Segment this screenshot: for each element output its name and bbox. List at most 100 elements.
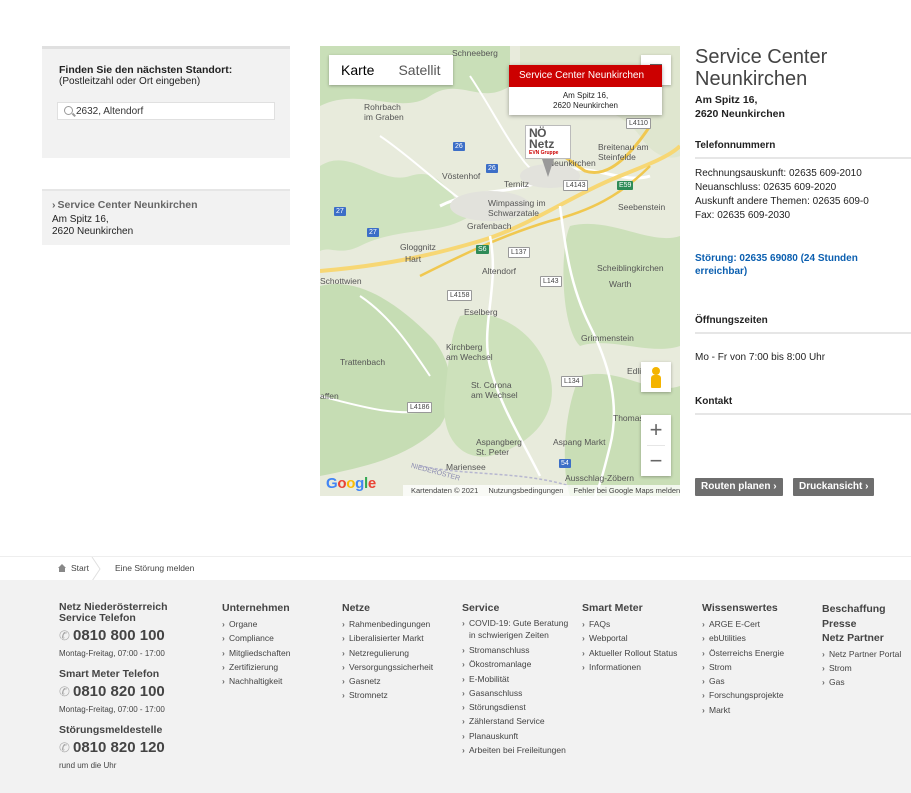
footer-link[interactable]: › Zählerstand Service bbox=[462, 714, 568, 728]
result-address-line1: Am Spitz 16, bbox=[52, 214, 109, 225]
footer-link[interactable]: › Stromanschluss bbox=[462, 643, 568, 657]
footer-link[interactable]: › Österreichs Energie bbox=[702, 646, 784, 660]
footer-link[interactable]: › Liberalisierter Markt bbox=[342, 631, 433, 645]
road-shield: L143 bbox=[540, 276, 562, 287]
map-label: Mariensee bbox=[446, 462, 486, 472]
home-icon[interactable] bbox=[58, 564, 66, 572]
footer-link[interactable]: › E-Mobilität bbox=[462, 672, 568, 686]
footer-link[interactable]: › ebUtilities bbox=[702, 631, 784, 645]
footer-link[interactable]: › Informationen bbox=[582, 660, 677, 674]
footer-link[interactable]: › Planauskunft bbox=[462, 729, 568, 743]
road-shield: L4158 bbox=[447, 290, 473, 301]
print-view-button[interactable]: Druckansicht › bbox=[793, 478, 875, 496]
contact-number[interactable]: ✆ 0810 820 100 bbox=[59, 682, 179, 702]
footer-link[interactable]: › Strom bbox=[822, 661, 901, 675]
footer-link[interactable]: › ARGE E-Cert bbox=[702, 617, 784, 631]
road-shield: 26 bbox=[453, 142, 465, 151]
location-result-item[interactable]: › Service Center Neunkirchen Am Spitz 16,… bbox=[42, 189, 290, 245]
footer-link[interactable]: › Rahmenbedingungen bbox=[342, 617, 433, 631]
footer-link[interactable]: › Compliance bbox=[222, 631, 290, 645]
footer-column-smart-meter: Smart Meter › FAQs › Webportal › Aktueller … bbox=[582, 602, 677, 674]
footer-link[interactable]: › Netz Partner Portal bbox=[822, 647, 901, 661]
terms-link[interactable]: Nutzungsbedingungen bbox=[488, 486, 563, 495]
breadcrumb: Start Eine Störung melden bbox=[0, 556, 911, 581]
phone-list: Rechnungsauskunft: 02635 609-2010 Neuans… bbox=[695, 167, 869, 223]
footer-column-heading[interactable]: Wissenswertes bbox=[702, 602, 784, 614]
footer-link[interactable]: › FAQs bbox=[582, 617, 677, 631]
footer-column-service: Service › COVID-19: Gute Beratung in schw… bbox=[462, 602, 568, 757]
footer-column-heading[interactable]: Beschaffung Presse Netz Partner bbox=[822, 602, 901, 646]
footer-link[interactable]: › Gasanschluss bbox=[462, 686, 568, 700]
chevron-right-icon: › bbox=[865, 481, 869, 492]
map-type-satellite-button[interactable]: Satellit bbox=[386, 55, 452, 85]
map-label: Schneeberg bbox=[452, 48, 498, 58]
footer-link[interactable]: › Netzregulierung bbox=[342, 646, 433, 660]
map-label: Hart bbox=[405, 254, 422, 264]
street-view-pegman[interactable] bbox=[641, 362, 671, 392]
contact-number[interactable]: ✆ 0810 800 100 bbox=[59, 626, 179, 646]
location-finder: Finden Sie den nächsten Standort: (Postl… bbox=[42, 46, 290, 158]
footer-link[interactable]: › Gas bbox=[702, 674, 784, 688]
map-label: Trattenbach bbox=[340, 357, 386, 367]
footer-link[interactable]: › Gasnetz bbox=[342, 674, 433, 688]
footer-column-heading[interactable]: Smart Meter bbox=[582, 602, 677, 614]
footer-link[interactable]: › Störungsdienst bbox=[462, 700, 568, 714]
road-shield: S6 bbox=[476, 245, 489, 254]
result-name-link[interactable]: › Service Center Neunkirchen bbox=[52, 199, 198, 211]
road-shield: L4186 bbox=[407, 402, 433, 413]
zoom-out-button[interactable]: − bbox=[641, 446, 671, 476]
pegman-icon bbox=[652, 367, 660, 375]
map-type-map-button[interactable]: Karte bbox=[329, 55, 386, 85]
plan-route-button[interactable]: Routen planen › bbox=[695, 478, 783, 496]
footer-link[interactable]: › Ökostromanlage bbox=[462, 657, 568, 671]
footer-column-heading[interactable]: Unternehmen bbox=[222, 602, 290, 614]
map-data-credit: Kartendaten © 2021 bbox=[411, 486, 479, 495]
footer-link[interactable]: › Markt bbox=[702, 703, 784, 717]
phones-heading: Telefonnummern bbox=[695, 140, 911, 159]
location-marker[interactable]: NÖ Netz EVN Gruppe bbox=[525, 125, 571, 159]
contact-number[interactable]: ✆ 0810 820 120 bbox=[59, 738, 179, 758]
footer-link[interactable]: › Arbeiten bei Freileitungen bbox=[462, 743, 568, 757]
map-label: Thomas bbox=[613, 413, 644, 423]
footer-link[interactable]: › Strom bbox=[702, 660, 784, 674]
footer-link[interactable]: › Versorgungssicherheit bbox=[342, 660, 433, 674]
emergency-phone-link[interactable]: Störung: 02635 69080 (24 Stunden erreich… bbox=[695, 252, 885, 278]
contact-title: Smart Meter Telefon bbox=[59, 668, 160, 680]
footer-column-heading[interactable]: Netze bbox=[342, 602, 433, 614]
footer-link[interactable]: › Aktueller Rollout Status bbox=[582, 646, 677, 660]
contact-heading: Kontakt bbox=[695, 396, 911, 415]
google-map[interactable]: Schneeberg Rohrbach im Graben Vöstenhof … bbox=[320, 46, 680, 496]
footer-link[interactable]: › COVID-19: Gute Beratung in schwierigen … bbox=[462, 617, 568, 641]
map-label: Vöstenhof bbox=[442, 171, 481, 181]
phone-line: Auskunft andere Themen: 02635 609-0 bbox=[695, 196, 869, 207]
footer-link[interactable]: › Nachhaltigkeit bbox=[222, 674, 290, 688]
phone-line: Rechnungsauskunft: 02635 609-2010 bbox=[695, 168, 862, 179]
map-info-window[interactable]: Service Center Neunkirchen Am Spitz 16, … bbox=[509, 65, 662, 115]
location-search-box[interactable] bbox=[57, 102, 275, 120]
footer-link[interactable]: › Webportal bbox=[582, 631, 677, 645]
map-label: Gloggnitz bbox=[400, 242, 436, 252]
road-shield: 26 bbox=[486, 164, 498, 173]
location-search-input[interactable] bbox=[76, 104, 271, 118]
map-attribution-bar: Kartendaten © 2021 Nutzungsbedingungen F… bbox=[403, 485, 680, 496]
zoom-control: + − bbox=[641, 415, 671, 476]
breadcrumb-current: Eine Störung melden bbox=[115, 563, 195, 573]
map-label: Grafenbach bbox=[467, 221, 512, 231]
footer-column-heading[interactable]: Service bbox=[462, 602, 568, 614]
footer-link[interactable]: › Stromnetz bbox=[342, 688, 433, 702]
report-error-link[interactable]: Fehler bei Google Maps melden bbox=[574, 486, 681, 495]
footer-column-beschaffung: Beschaffung Presse Netz Partner › Netz Pa… bbox=[822, 602, 901, 689]
footer-link[interactable]: › Zertifizierung bbox=[222, 660, 290, 674]
footer-link[interactable]: › Forschungsprojekte bbox=[702, 688, 784, 702]
map-label: Warth bbox=[609, 279, 632, 289]
footer-link[interactable]: › Gas bbox=[822, 675, 901, 689]
footer-link[interactable]: › Organe bbox=[222, 617, 290, 631]
footer-link[interactable]: › Mitgliedschaften bbox=[222, 646, 290, 660]
breadcrumb-start-link[interactable]: Start bbox=[71, 563, 89, 573]
road-shield: 27 bbox=[334, 207, 346, 216]
footer-contacts: Netz Niederösterreich Service Telefon ✆ 0… bbox=[59, 602, 179, 772]
footer-column-unternehmen: Unternehmen › Organe › Compliance › Mitglie… bbox=[222, 602, 290, 688]
zoom-in-button[interactable]: + bbox=[641, 415, 671, 445]
info-window-line1: Am Spitz 16, bbox=[562, 91, 609, 100]
contact-note: Montag-Freitag, 07:00 - 17:00 bbox=[59, 649, 165, 658]
